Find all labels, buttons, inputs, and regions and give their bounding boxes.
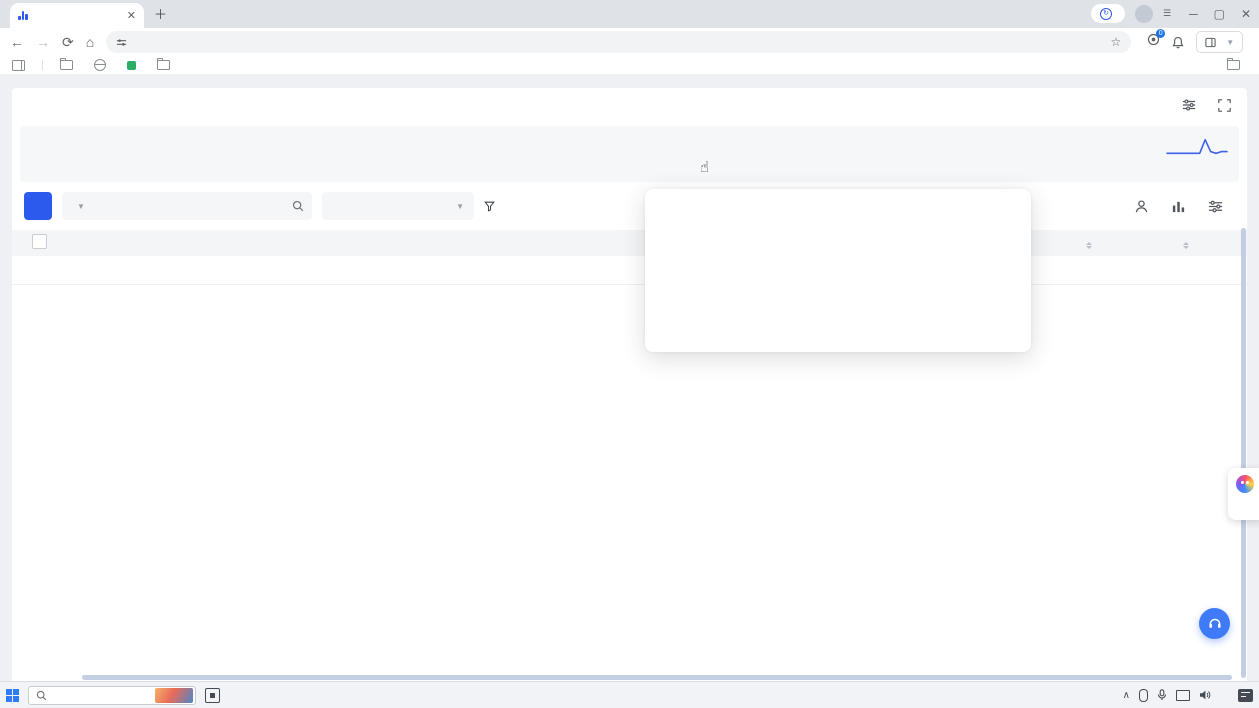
browser-navbar: ← → ⟳ ⌂ ☆ 0 ▼ — [0, 28, 1259, 56]
more-filters-button[interactable] — [484, 201, 500, 212]
ai-panel-icon — [1205, 37, 1216, 48]
volume-icon[interactable] — [1199, 689, 1211, 701]
extensions-icon[interactable]: 0 — [1147, 33, 1160, 51]
extension-badge: 0 — [1156, 29, 1165, 38]
new-tab-button[interactable]: ＋ — [154, 4, 167, 23]
stat-card-sparkline — [1165, 135, 1229, 157]
bookmark-star-icon[interactable]: ☆ — [1110, 35, 1121, 49]
browser-tabstrip: ✕ ＋ ↻ ☰ ─ ▢ ✕ — [0, 0, 1259, 28]
side-panel-icon[interactable] — [12, 60, 25, 71]
bookmark-item[interactable] — [60, 60, 78, 70]
screen: ✕ ＋ ↻ ☰ ─ ▢ ✕ ← → ⟳ ⌂ ☆ — [0, 0, 1259, 708]
chart-columns-icon[interactable] — [1171, 199, 1186, 214]
fullscreen-icon[interactable] — [1218, 99, 1231, 112]
toolbar: ▼ ▼ — [24, 192, 1239, 220]
bookmark-item[interactable] — [94, 59, 111, 71]
horizontal-scrollbar[interactable] — [82, 675, 1232, 680]
headset-icon — [1207, 616, 1223, 631]
tab-close-icon[interactable]: ✕ — [127, 9, 136, 22]
network-display-icon[interactable] — [1176, 690, 1190, 701]
task-view-button[interactable] — [205, 688, 220, 703]
reload-icon[interactable]: ⟳ — [62, 35, 74, 49]
share-user-icon[interactable] — [1134, 199, 1149, 214]
settings-sliders-icon[interactable] — [1208, 199, 1223, 214]
globe-icon — [94, 59, 106, 71]
tray-expand-icon[interactable]: ∧ — [1123, 690, 1130, 701]
display-settings-icon[interactable] — [1182, 98, 1196, 112]
taskbar-search[interactable] — [28, 686, 196, 705]
customer-service-button[interactable] — [1199, 608, 1230, 639]
home-icon[interactable]: ⌂ — [86, 35, 94, 49]
bookmark-item[interactable] — [157, 60, 175, 70]
browser-avatar[interactable] — [1135, 5, 1153, 23]
metric-trend-popup — [645, 189, 1031, 352]
folder-icon — [157, 60, 170, 70]
bell-icon[interactable] — [1172, 36, 1184, 49]
back-icon[interactable]: ← — [10, 35, 24, 49]
col-header-user-pay[interactable] — [1098, 237, 1195, 250]
taskbar: ∧ — [0, 681, 1259, 708]
chevron-down-icon: ▼ — [1226, 38, 1234, 47]
main-panel: ▼ ▼ — [12, 88, 1247, 682]
page-tabs — [12, 88, 1247, 122]
notification-center-icon[interactable] — [1238, 689, 1253, 702]
search-icon[interactable] — [292, 200, 304, 212]
table-header — [12, 230, 1247, 256]
mouse-cursor: ☝ — [700, 158, 709, 176]
folder-icon — [1227, 60, 1240, 70]
window-maximize-button[interactable]: ▢ — [1214, 7, 1225, 21]
search-icon — [36, 690, 47, 701]
search-highlight-image[interactable] — [155, 688, 193, 703]
other-bookmarks[interactable] — [1227, 60, 1245, 70]
assistant-logo-icon — [1236, 475, 1254, 493]
new-version-badge[interactable]: ↻ — [1091, 4, 1125, 23]
stat-card[interactable] — [20, 126, 1239, 182]
chevron-down-icon: ▼ — [77, 202, 85, 211]
plan-search-input[interactable] — [90, 199, 287, 213]
start-button[interactable] — [6, 689, 19, 702]
promote-product-button[interactable] — [24, 192, 52, 220]
plan-search-combo: ▼ — [62, 192, 312, 220]
site-favicon-icon — [18, 11, 28, 20]
taskbar-search-input[interactable] — [52, 688, 150, 702]
select-all-checkbox[interactable] — [32, 234, 47, 249]
sort-icon[interactable] — [1183, 242, 1189, 250]
chevron-down-icon: ▼ — [456, 202, 464, 211]
stat-cards-row — [20, 126, 1239, 182]
url-bar[interactable]: ☆ — [106, 31, 1131, 53]
plan-status-select[interactable]: ▼ — [322, 192, 474, 220]
table-summary-row — [12, 256, 1247, 285]
window-close-button[interactable]: ✕ — [1241, 7, 1251, 21]
assistant-widget[interactable] — [1228, 468, 1259, 520]
bookmark-item[interactable] — [127, 61, 141, 70]
sort-icon[interactable] — [1086, 242, 1092, 250]
folder-icon — [60, 60, 73, 70]
page-background: ▼ ▼ — [0, 74, 1259, 682]
microphone-icon[interactable] — [1157, 689, 1167, 701]
site-info-icon[interactable] — [116, 37, 127, 48]
browser-tab[interactable]: ✕ — [10, 3, 144, 28]
update-icon: ↻ — [1100, 8, 1112, 20]
ai-summary-button[interactable]: ▼ — [1196, 31, 1243, 53]
funnel-icon — [484, 201, 495, 212]
window-minimize-button[interactable]: ─ — [1189, 7, 1198, 21]
bookmarks-bar: | — [0, 56, 1259, 75]
forward-icon[interactable]: → — [36, 35, 50, 49]
vertical-scrollbar[interactable] — [1241, 228, 1246, 678]
system-tray: ∧ — [1123, 689, 1253, 702]
profile-menu-icon[interactable]: ☰ — [1163, 8, 1171, 19]
store-icon — [127, 61, 136, 70]
mouse-device-icon[interactable] — [1139, 689, 1148, 702]
